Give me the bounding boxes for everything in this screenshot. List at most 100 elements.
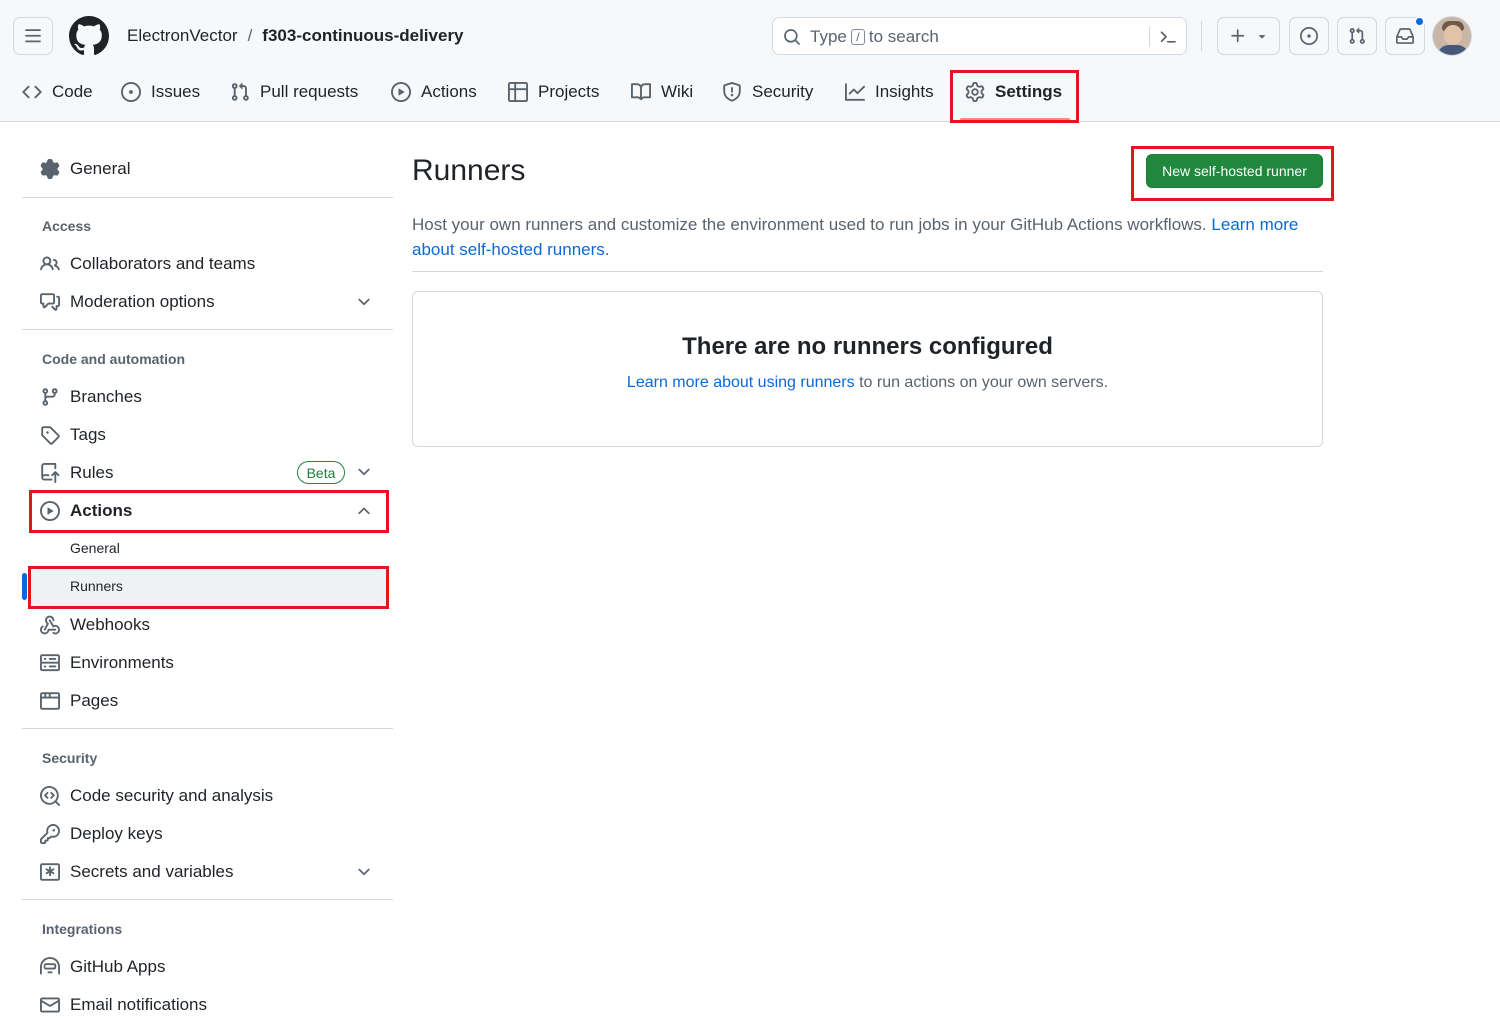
search-shortcut-key: / [850,29,865,45]
gear-icon [965,82,985,102]
chevron-down-icon[interactable] [355,463,373,481]
hamburger-icon [25,29,41,43]
sidebar-item-branches[interactable]: Branches [40,382,142,412]
triangle-down-icon [1258,35,1265,39]
tab-security[interactable]: Security [722,70,813,114]
page-title: Runners [412,154,526,187]
tab-label: Code [52,82,93,101]
sidebar-item-label: Pages [70,691,119,710]
github-logo-icon[interactable] [69,16,109,56]
sidebar-item-email-notifications[interactable]: Email notifications [40,990,207,1020]
sidebar-item-environments[interactable]: Environments [40,648,174,678]
chevron-down-icon[interactable] [355,863,373,881]
owner-link[interactable]: ElectronVector [127,26,238,46]
sidebar-divider [22,197,393,198]
tab-label: Insights [875,82,934,101]
sidebar-item-label: Collaborators and teams [70,254,256,273]
description-text: Host your own runners and customize the … [412,215,1207,234]
sidebar-item-deploy-keys[interactable]: Deploy keys [40,819,163,849]
tab-label: Projects [538,82,600,101]
search-suffix: to search [868,27,939,46]
chevron-up-icon[interactable] [355,502,373,520]
tab-label: Pull requests [260,82,359,101]
sidebar-item-label: Moderation options [70,292,215,311]
pull-requests-button[interactable] [1337,17,1377,55]
comment-discussion-icon [40,293,60,311]
issues-button[interactable] [1289,17,1329,55]
tab-projects[interactable]: Projects [508,70,599,114]
repo-push-icon [41,463,60,483]
tab-insights[interactable]: Insights [845,70,934,114]
tab-label: Actions [421,82,477,101]
sidebar-heading-access: Access [42,218,92,234]
search-input[interactable]: Type / to search [772,17,1187,55]
pull-request-icon [231,82,249,101]
new-self-hosted-runner-button[interactable]: New self-hosted runner [1146,154,1323,188]
sidebar-item-secrets[interactable]: Secrets and variables [40,857,233,887]
command-palette-icon[interactable] [1159,28,1177,46]
play-icon [40,501,60,521]
learn-more-runners-link[interactable]: Learn more about using runners [627,374,855,391]
browser-icon [40,692,60,710]
sidebar-item-label: Actions [70,501,133,520]
avatar[interactable] [1432,16,1472,56]
tab-label: Wiki [661,82,694,101]
sidebar-item-label: Branches [70,387,142,406]
inbox-icon [1396,28,1414,44]
issue-icon [121,82,141,102]
table-icon [508,82,528,102]
search-prefix: Type [810,27,847,46]
sidebar-item-tags[interactable]: Tags [40,420,106,450]
sidebar-item-collaborators[interactable]: Collaborators and teams [40,249,255,279]
sidebar-item-moderation[interactable]: Moderation options [40,287,215,317]
sidebar-item-code-security[interactable]: Code security and analysis [40,781,273,811]
sidebar-heading-code-automation: Code and automation [42,351,186,367]
sidebar-item-actions[interactable]: Actions [40,496,132,526]
play-icon [391,82,411,102]
sidebar-item-webhooks[interactable]: Webhooks [40,610,150,640]
breadcrumb: ElectronVector / f303-continuous-deliver… [127,26,464,46]
repo-header: ElectronVector / f303-continuous-deliver… [0,0,1500,122]
gear-icon [40,159,60,179]
tab-code[interactable]: Code [22,70,93,114]
search-icon [784,29,800,45]
search-placeholder: Type / to search [810,27,939,47]
sidebar-item-github-apps[interactable]: GitHub Apps [40,952,165,982]
sidebar-item-general[interactable]: General [40,154,130,184]
chevron-down-icon[interactable] [355,293,373,311]
active-tab-underline [960,118,1070,121]
pull-request-icon [1349,27,1365,44]
empty-state-rest: to run actions on your own servers. [854,374,1109,391]
repo-link[interactable]: f303-continuous-delivery [262,26,463,46]
plus-icon [1230,29,1244,43]
sidebar-divider [22,728,393,729]
sidebar-item-label: General [70,159,131,178]
notification-dot [1414,16,1425,27]
tag-icon [41,426,60,445]
tab-pull-requests[interactable]: Pull requests [230,70,358,114]
create-new-button[interactable] [1217,17,1280,55]
sidebar-item-label: GitHub Apps [70,957,166,976]
header-divider [1201,21,1202,51]
shield-icon [723,82,741,102]
tab-wiki[interactable]: Wiki [631,70,693,114]
sidebar-item-pages[interactable]: Pages [40,686,118,716]
section-divider [412,271,1323,272]
tab-label: Security [752,82,814,101]
menu-button[interactable] [13,17,53,55]
tab-settings[interactable]: Settings [965,70,1062,114]
graph-icon [845,83,865,101]
search-divider [1149,27,1150,47]
sidebar-subitem-actions-general[interactable]: General [70,540,120,556]
sidebar-divider [22,329,393,330]
sidebar-item-rules[interactable]: Rules [40,458,113,488]
server-icon [40,654,60,672]
people-icon [40,256,60,271]
tab-issues[interactable]: Issues [121,70,200,114]
tab-actions[interactable]: Actions [391,70,477,114]
branch-icon [42,388,58,406]
sidebar-subitem-actions-runners[interactable]: Runners [70,578,123,594]
empty-state-description: Learn more about using runners to run ac… [413,374,1322,392]
sidebar-item-label: Rules [70,463,114,482]
sidebar-item-label: Code security and analysis [70,786,274,805]
